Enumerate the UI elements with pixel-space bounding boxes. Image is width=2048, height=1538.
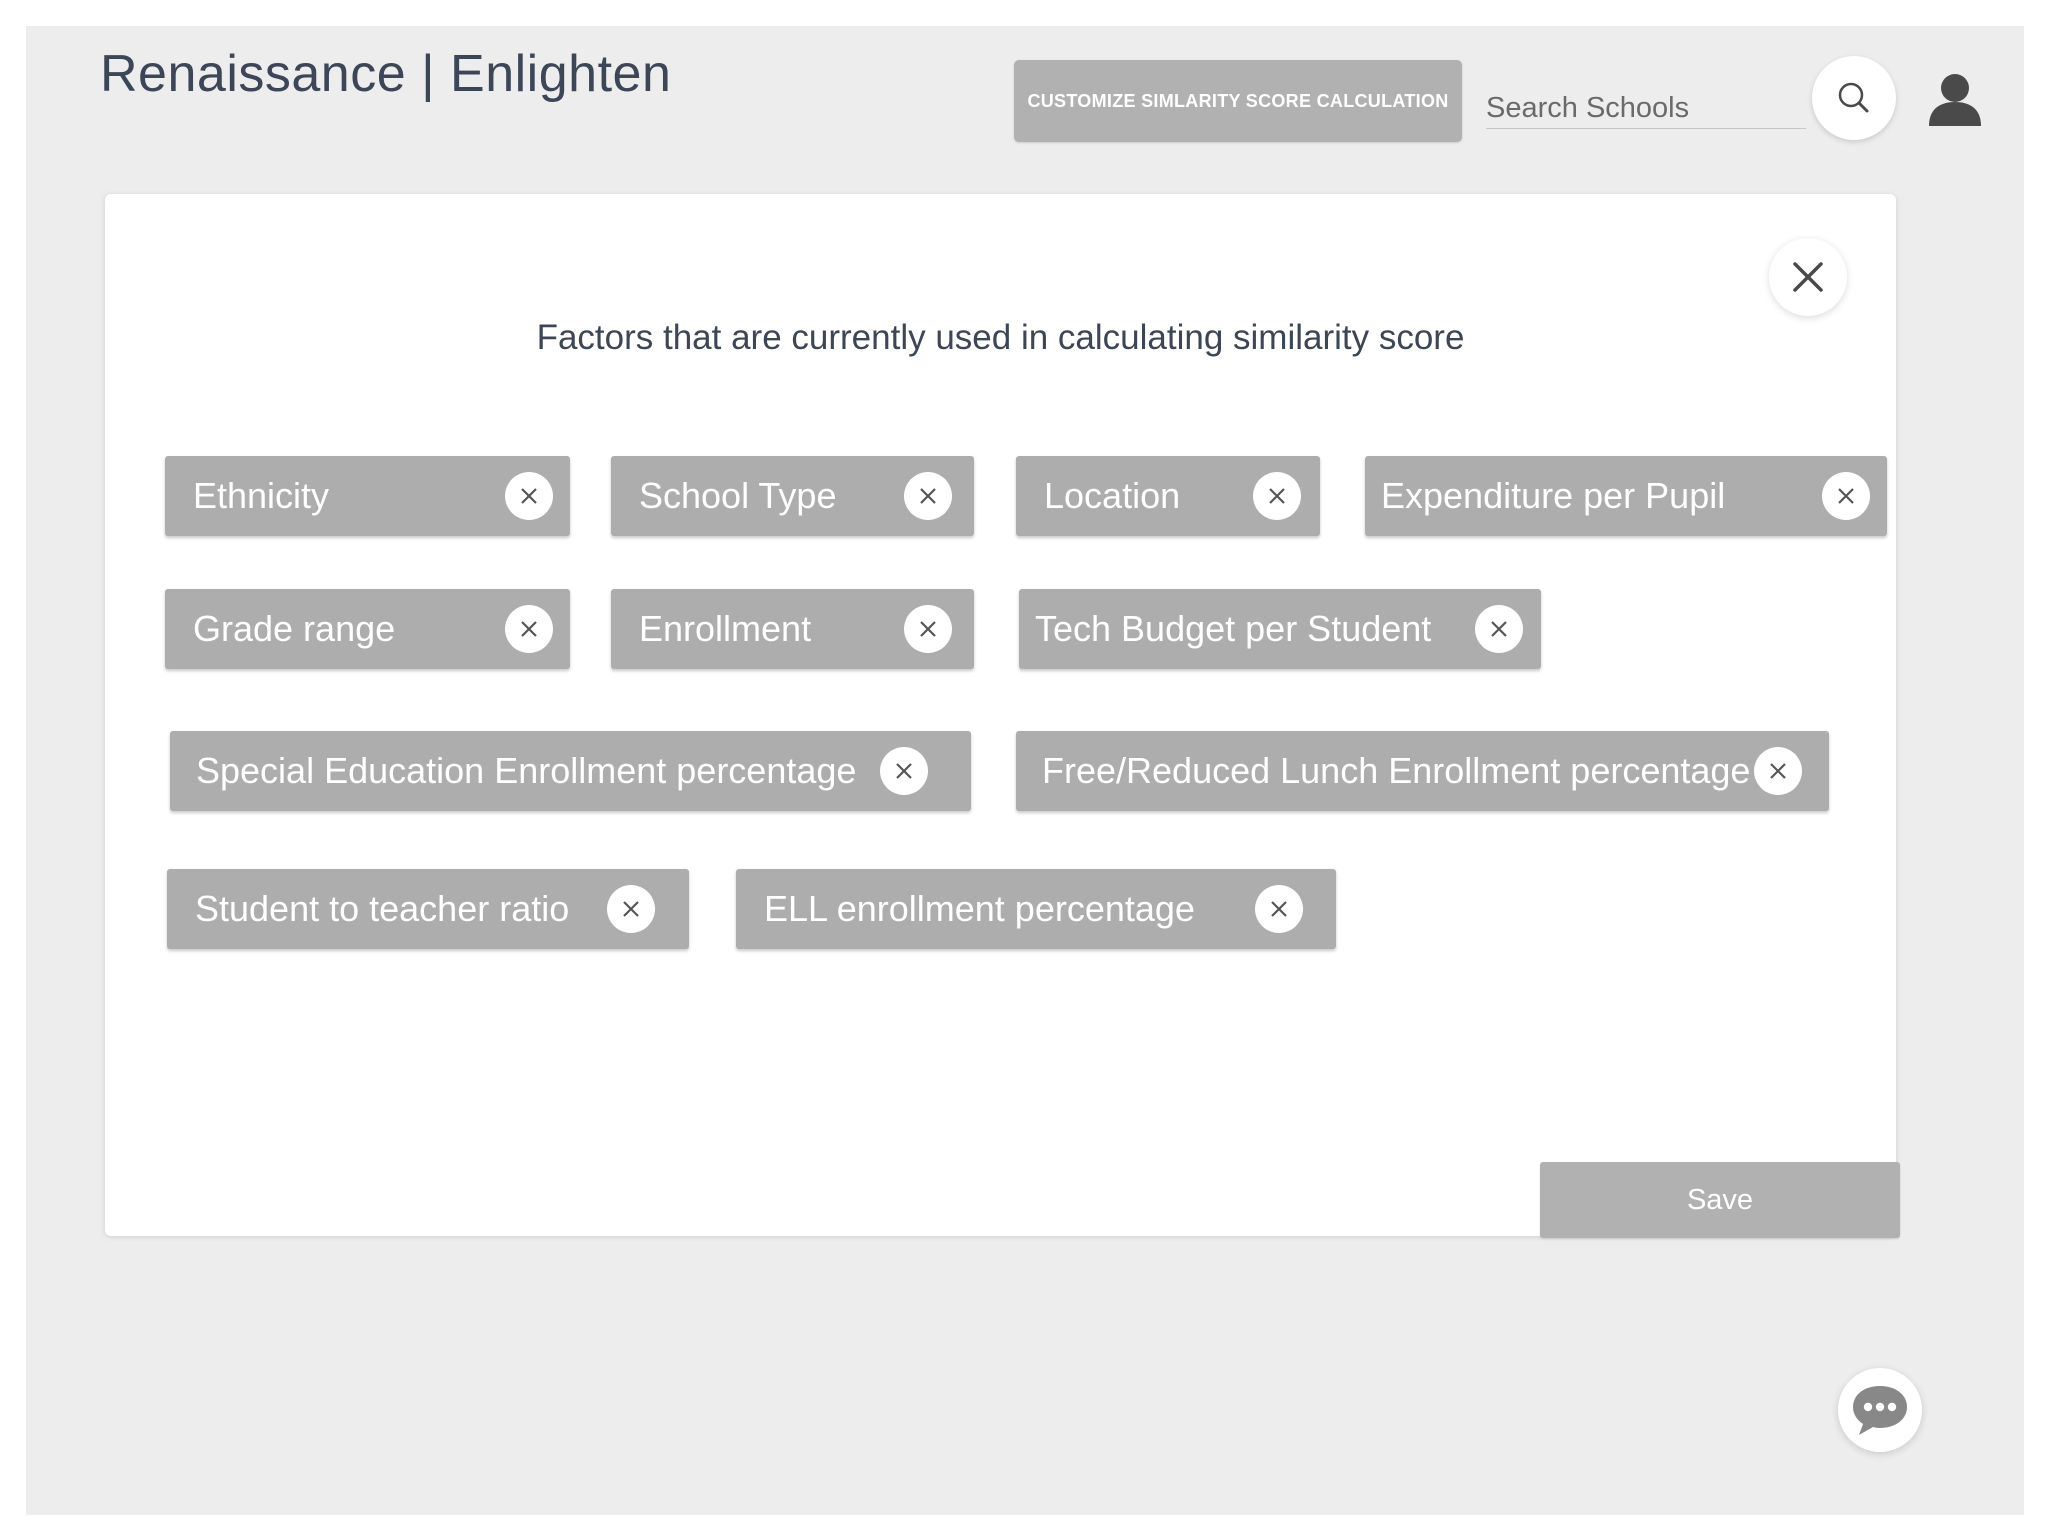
remove-chip-icon — [521, 621, 537, 637]
chat-icon — [1853, 1386, 1907, 1435]
factor-label: Special Education Enrollment percentage — [196, 750, 857, 791]
search-button[interactable] — [1812, 56, 1896, 140]
factor-label: Free/Reduced Lunch Enrollment percentage — [1042, 750, 1751, 791]
close-icon — [1793, 262, 1823, 292]
factor-label: Expenditure per Pupil — [1381, 475, 1726, 516]
factor-chip: Location — [1016, 456, 1320, 536]
remove-factor-button[interactable] — [505, 605, 553, 653]
factor-chip: Enrollment — [611, 589, 974, 669]
save-button[interactable]: Save — [1540, 1162, 1900, 1238]
factor-chip: Special Education Enrollment percentage — [170, 731, 971, 811]
modal-close-button[interactable] — [1769, 238, 1847, 316]
remove-factor-button[interactable] — [904, 605, 952, 653]
chat-button[interactable] — [1838, 1368, 1922, 1452]
remove-chip-icon — [521, 488, 537, 504]
search-field[interactable] — [1486, 88, 1806, 129]
factor-label: Tech Budget per Student — [1035, 608, 1432, 649]
remove-chip-icon — [1770, 763, 1786, 779]
remove-chip-icon — [1269, 488, 1285, 504]
remove-chip-icon — [1271, 901, 1287, 917]
factor-chip: Expenditure per Pupil — [1365, 456, 1887, 536]
factor-chip: Student to teacher ratio — [167, 869, 689, 949]
remove-factor-button[interactable] — [505, 472, 553, 520]
factor-chip: Free/Reduced Lunch Enrollment percentage — [1016, 731, 1829, 811]
search-icon — [1838, 82, 1869, 113]
remove-chip-icon — [920, 488, 936, 504]
remove-chip-icon — [623, 901, 639, 917]
remove-factor-button[interactable] — [1822, 472, 1870, 520]
search-input[interactable] — [1486, 88, 1806, 128]
remove-factor-button[interactable] — [1253, 472, 1301, 520]
factor-chip: Ethnicity — [165, 456, 570, 536]
modal-heading: Factors that are currently used in calcu… — [536, 318, 1465, 357]
factor-label: ELL enrollment percentage — [764, 888, 1195, 929]
factor-chip: School Type — [611, 456, 974, 536]
user-icon — [1929, 74, 1981, 126]
remove-chip-icon — [1491, 621, 1507, 637]
remove-chip-icon — [1838, 488, 1854, 504]
factor-chip: ELL enrollment percentage — [736, 869, 1336, 949]
remove-factor-button[interactable] — [607, 885, 655, 933]
factor-chip: Grade range — [165, 589, 570, 669]
app-title: Renaissance | Enlighten — [100, 45, 672, 103]
remove-chip-icon — [896, 763, 912, 779]
user-avatar[interactable] — [1925, 68, 1985, 128]
remove-factor-button[interactable] — [1475, 605, 1523, 653]
remove-factor-button[interactable] — [904, 472, 952, 520]
remove-factor-button[interactable] — [880, 747, 928, 795]
remove-factor-button[interactable] — [1754, 747, 1802, 795]
customize-similarity-button[interactable]: CUSTOMIZE SIMLARITY SCORE CALCULATION — [1014, 60, 1462, 142]
remove-factor-button[interactable] — [1255, 885, 1303, 933]
factor-chip: Tech Budget per Student — [1019, 589, 1541, 669]
remove-chip-icon — [920, 621, 936, 637]
